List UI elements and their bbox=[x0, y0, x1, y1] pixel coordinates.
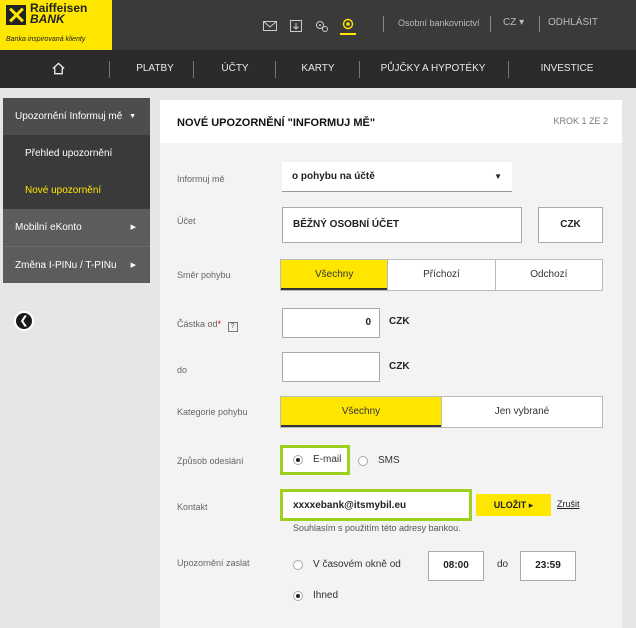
account-select[interactable]: BĚŽNÝ OSOBNÍ ÚČET bbox=[282, 207, 522, 243]
main-panel: NOVÉ UPOZORNĚNÍ "INFORMUJ MĚ" KROK 1 ZE … bbox=[160, 100, 622, 628]
time-from-input[interactable]: 08:00 bbox=[428, 551, 484, 581]
sidebar-item-mobile-ekonto[interactable]: Mobilní eKonto ▶ bbox=[3, 209, 150, 246]
nav-home[interactable] bbox=[30, 50, 86, 88]
caret-down-icon: ▼ bbox=[129, 113, 136, 120]
caret-down-icon: ▼ bbox=[494, 172, 502, 181]
category-all[interactable]: Všechny bbox=[281, 397, 441, 427]
logo-tagline: Banka inspirovaná klienty bbox=[6, 36, 86, 43]
amount-from-currency: CZK bbox=[389, 316, 410, 327]
amount-from-input[interactable]: 0 bbox=[282, 308, 380, 338]
select-value: o pohybu na účtě bbox=[292, 171, 375, 182]
top-bar: Raiffeisen BANK Banka inspirovaná klient… bbox=[0, 0, 636, 50]
sidebar-item-label: Přehled upozornění bbox=[25, 148, 113, 159]
sidebar-item-label: Mobilní eKonto bbox=[15, 222, 82, 233]
top-icons bbox=[262, 16, 356, 36]
language-switch[interactable]: CZ ▾ bbox=[503, 17, 524, 28]
page-title: NOVÉ UPOZORNĚNÍ "INFORMUJ MĚ" bbox=[177, 117, 376, 129]
collapse-sidebar-icon[interactable]: ❮ bbox=[14, 311, 34, 331]
email-option-label: E-mail bbox=[313, 454, 342, 465]
amount-to-currency: CZK bbox=[389, 361, 410, 372]
nav-payments[interactable]: PLATBY bbox=[125, 50, 185, 88]
caret-right-icon: ▶ bbox=[130, 262, 136, 269]
account-currency: CZK bbox=[538, 207, 603, 243]
main-nav: PLATBY ÚČTY KARTY PŮJČKY A HYPOTÉKY INVE… bbox=[0, 50, 636, 88]
time-window-label: V časovém okně od bbox=[313, 559, 401, 570]
cancel-link[interactable]: Zrušit bbox=[557, 499, 580, 509]
immediately-label: Ihned bbox=[313, 590, 339, 601]
category-toggle: Všechny Jen vybrané bbox=[280, 396, 603, 428]
header-separator bbox=[490, 16, 491, 32]
direction-outgoing[interactable]: Odchozí bbox=[494, 260, 602, 290]
save-button[interactable]: ULOŽIT ▸ bbox=[476, 494, 551, 516]
nav-separator bbox=[109, 61, 110, 78]
amount-to-input[interactable] bbox=[282, 352, 380, 382]
help-icon[interactable]: ? bbox=[227, 322, 238, 332]
nav-accounts[interactable]: ÚČTY bbox=[205, 50, 265, 88]
category-label: Kategorie pohybu bbox=[177, 407, 248, 417]
time-to-input[interactable]: 23:59 bbox=[520, 551, 576, 581]
bank-logo[interactable]: Raiffeisen BANK Banka inspirovaná klient… bbox=[0, 0, 112, 50]
envelope-icon[interactable] bbox=[262, 19, 278, 33]
raiffeisen-cross-icon bbox=[6, 5, 26, 25]
nav-separator bbox=[193, 61, 194, 78]
sidebar-item-informuj-me[interactable]: Upozornění Informuj mě ▼ bbox=[3, 98, 150, 135]
direction-incoming[interactable]: Příchozí bbox=[387, 260, 494, 290]
send-time-label: Upozornění zaslat bbox=[177, 558, 250, 568]
email-option-highlight[interactable]: E-mail bbox=[280, 445, 350, 475]
immediately-radio[interactable] bbox=[293, 591, 303, 601]
header-separator bbox=[539, 16, 540, 32]
header-separator bbox=[383, 16, 384, 32]
personal-banker-link[interactable]: Osobní bankovnictví bbox=[398, 18, 480, 28]
sms-radio[interactable] bbox=[358, 456, 368, 466]
sidebar-item-new-notification[interactable]: Nové upozornění bbox=[3, 172, 150, 209]
direction-toggle: Všechny Příchozí Odchozí bbox=[280, 259, 603, 291]
send-method-label: Způsob odeslání bbox=[177, 456, 244, 466]
sidebar-item-label: Nové upozornění bbox=[25, 185, 102, 196]
sidebar-item-pin-change[interactable]: Změna I-PINu / T-PINu ▶ bbox=[3, 246, 150, 283]
sidebar: Upozornění Informuj mě ▼ Přehled upozorn… bbox=[3, 98, 150, 283]
logo-name: Raiffeisen BANK bbox=[30, 1, 88, 26]
step-indicator: KROK 1 ZE 2 bbox=[553, 116, 608, 126]
document-icon[interactable] bbox=[288, 19, 304, 33]
required-mark: * bbox=[217, 319, 222, 329]
category-selected[interactable]: Jen vybrané bbox=[441, 397, 602, 427]
nav-separator bbox=[508, 61, 509, 78]
amount-to-label: do bbox=[177, 365, 188, 375]
contact-label: Kontakt bbox=[177, 502, 208, 512]
nav-cards[interactable]: KARTY bbox=[288, 50, 348, 88]
notify-type-select[interactable]: o pohybu na účtě ▼ bbox=[282, 162, 512, 192]
nav-separator bbox=[275, 61, 276, 78]
time-to-label: do bbox=[497, 559, 509, 570]
direction-label: Směr pohybu bbox=[177, 270, 231, 280]
direction-all[interactable]: Všechny bbox=[281, 260, 388, 290]
settings-icon[interactable] bbox=[340, 17, 356, 35]
panel-header: NOVÉ UPOZORNĚNÍ "INFORMUJ MĚ" KROK 1 ZE … bbox=[160, 100, 622, 143]
logout-link[interactable]: ODHLÁSIT bbox=[548, 17, 598, 28]
consent-note: Souhlasím s použitím této adresy bankou. bbox=[293, 523, 461, 533]
gears-icon[interactable] bbox=[314, 19, 330, 33]
sidebar-item-overview[interactable]: Přehled upozornění bbox=[3, 135, 150, 172]
email-radio[interactable] bbox=[293, 455, 303, 465]
nav-separator bbox=[359, 61, 360, 78]
nav-investments[interactable]: INVESTICE bbox=[522, 50, 612, 88]
account-label: Účet bbox=[177, 216, 196, 226]
sms-option-label: SMS bbox=[378, 455, 400, 466]
contact-email-input[interactable]: xxxxebank@itsmybil.eu bbox=[280, 489, 472, 521]
notify-label: Informuj mě bbox=[177, 174, 225, 184]
home-icon bbox=[51, 62, 65, 75]
caret-right-icon: ▶ bbox=[130, 224, 136, 231]
nav-loans[interactable]: PŮJČKY A HYPOTÉKY bbox=[368, 50, 498, 88]
sidebar-item-label: Změna I-PINu / T-PINu bbox=[15, 260, 117, 271]
amount-from-label: Částka od* ? bbox=[177, 319, 238, 332]
sidebar-item-label: Upozornění Informuj mě bbox=[15, 111, 123, 122]
time-window-radio[interactable] bbox=[293, 560, 303, 570]
